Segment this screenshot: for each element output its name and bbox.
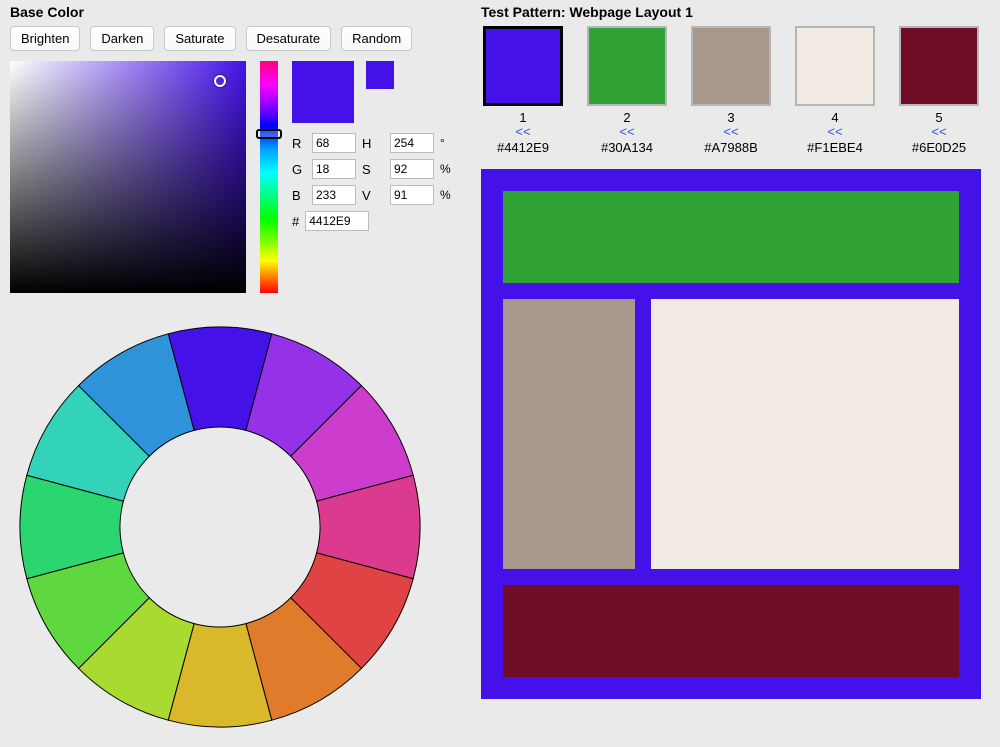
test-pattern-panel: Test Pattern: Webpage Layout 1 1<<#4412E… bbox=[475, 0, 1000, 747]
label-r: R bbox=[292, 136, 306, 151]
palette-swatch-1[interactable] bbox=[483, 26, 563, 106]
preview-swatch-large bbox=[292, 61, 354, 123]
desaturate-button[interactable]: Desaturate bbox=[246, 26, 332, 51]
palette-swatch-3[interactable] bbox=[691, 26, 771, 106]
preview-swatch-small bbox=[366, 61, 394, 89]
palette-item-4: 4<< #F1EBE4 bbox=[793, 26, 877, 155]
layout-sidebar-block bbox=[503, 299, 635, 569]
layout-mid-row bbox=[503, 299, 959, 569]
palette-item-2: 2<< #30A134 bbox=[585, 26, 669, 155]
color-picker-row: R H ° G S % B V % # bbox=[10, 61, 465, 293]
input-b[interactable] bbox=[312, 185, 356, 205]
palette-item-5: 5<< #6E0D25 bbox=[897, 26, 981, 155]
unit-deg: ° bbox=[440, 136, 454, 150]
input-h[interactable] bbox=[390, 133, 434, 153]
unit-pct-s: % bbox=[440, 162, 454, 176]
palette-swatch-2[interactable] bbox=[587, 26, 667, 106]
palette-hex: #30A134 bbox=[601, 140, 653, 155]
palette-item-1: 1<< #4412E9 bbox=[481, 26, 565, 155]
palette-hex: #6E0D25 bbox=[912, 140, 966, 155]
random-button[interactable]: Random bbox=[341, 26, 412, 51]
saturate-button[interactable]: Saturate bbox=[164, 26, 235, 51]
base-color-panel: Base Color Brighten Darken Saturate Desa… bbox=[0, 0, 475, 747]
palette-hex: #F1EBE4 bbox=[807, 140, 863, 155]
unit-pct-v: % bbox=[440, 188, 454, 202]
input-r[interactable] bbox=[312, 133, 356, 153]
brighten-button[interactable]: Brighten bbox=[10, 26, 80, 51]
saturation-value-picker[interactable] bbox=[10, 61, 246, 293]
test-pattern-title: Test Pattern: Webpage Layout 1 bbox=[481, 4, 990, 20]
preview-swatches bbox=[292, 61, 452, 123]
palette-number: 1 bbox=[519, 110, 526, 125]
base-color-title: Base Color bbox=[10, 4, 465, 20]
layout-header-block bbox=[503, 191, 959, 283]
palette-number: 4 bbox=[831, 110, 838, 125]
palette-shift-button[interactable]: << bbox=[515, 125, 530, 138]
palette-row: 1<<#4412E92<<#30A1343<<#A7988B4<<#F1EBE4… bbox=[481, 26, 990, 155]
label-h: H bbox=[362, 136, 384, 151]
palette-number: 2 bbox=[623, 110, 630, 125]
layout-main-block bbox=[651, 299, 959, 569]
label-hash: # bbox=[292, 214, 299, 229]
palette-item-3: 3<< #A7988B bbox=[689, 26, 773, 155]
palette-number: 5 bbox=[935, 110, 942, 125]
palette-hex: #A7988B bbox=[704, 140, 758, 155]
palette-swatch-4[interactable] bbox=[795, 26, 875, 106]
value-grid: R H ° G S % B V % # bbox=[292, 133, 452, 231]
preview-column: R H ° G S % B V % # bbox=[292, 61, 452, 293]
palette-shift-button[interactable]: << bbox=[723, 125, 738, 138]
label-b: B bbox=[292, 188, 306, 203]
label-s: S bbox=[362, 162, 384, 177]
satval-indicator-icon bbox=[214, 75, 226, 87]
layout-preview bbox=[481, 169, 981, 699]
color-wheel[interactable] bbox=[10, 317, 430, 737]
darken-button[interactable]: Darken bbox=[90, 26, 154, 51]
adjust-buttons: Brighten Darken Saturate Desaturate Rand… bbox=[10, 26, 465, 51]
hue-thumb-icon bbox=[256, 129, 282, 139]
hue-slider[interactable] bbox=[260, 61, 278, 293]
layout-footer-block bbox=[503, 585, 959, 677]
palette-shift-button[interactable]: << bbox=[827, 125, 842, 138]
label-v: V bbox=[362, 188, 384, 203]
input-hex[interactable] bbox=[305, 211, 369, 231]
input-v[interactable] bbox=[390, 185, 434, 205]
input-g[interactable] bbox=[312, 159, 356, 179]
palette-number: 3 bbox=[727, 110, 734, 125]
palette-swatch-5[interactable] bbox=[899, 26, 979, 106]
input-s[interactable] bbox=[390, 159, 434, 179]
palette-hex: #4412E9 bbox=[497, 140, 549, 155]
palette-shift-button[interactable]: << bbox=[619, 125, 634, 138]
label-g: G bbox=[292, 162, 306, 177]
palette-shift-button[interactable]: << bbox=[931, 125, 946, 138]
